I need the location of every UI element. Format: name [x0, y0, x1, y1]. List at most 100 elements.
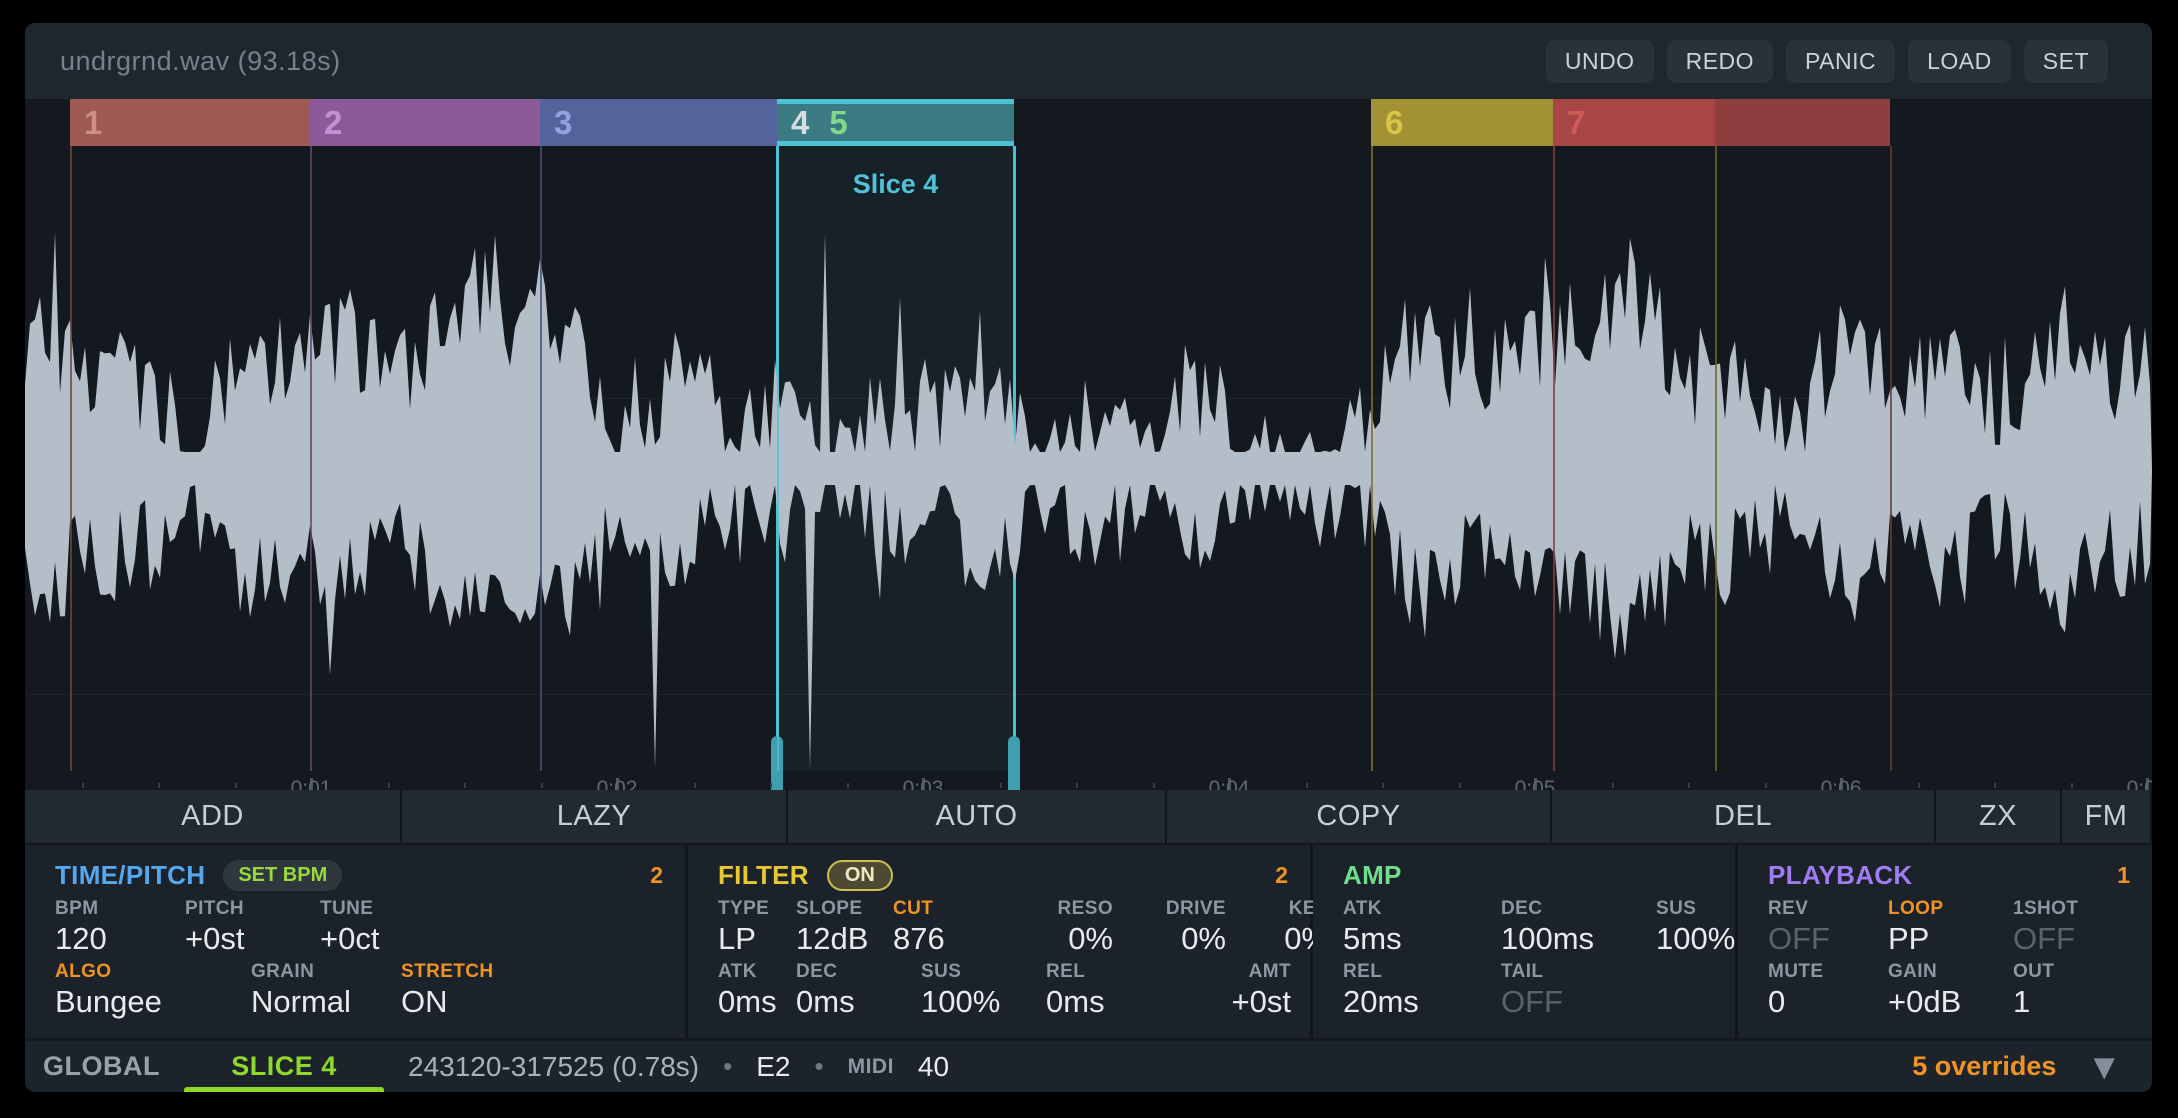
slice-header-3[interactable]: 3	[540, 99, 777, 146]
param-loop[interactable]: LOOPPP	[1888, 898, 2013, 956]
param-reso[interactable]: RESO0%	[1013, 898, 1131, 956]
param-bpm[interactable]: BPM120	[55, 898, 185, 956]
param-amt[interactable]: AMT+0st	[1176, 961, 1309, 1019]
param-rel[interactable]: REL20ms	[1343, 961, 1501, 1019]
fm-button[interactable]: FM	[2062, 790, 2150, 843]
param-value[interactable]: 876	[893, 922, 1013, 956]
slice-boundary-line[interactable]	[1715, 146, 1717, 771]
set-bpm-toggle[interactable]: SET BPM	[223, 860, 342, 891]
slice-boundary-line[interactable]	[70, 146, 72, 771]
param-tune[interactable]: TUNE+0ct	[320, 898, 520, 956]
param-gain[interactable]: GAIN+0dB	[1888, 961, 2013, 1019]
param-value[interactable]: 5ms	[1343, 922, 1501, 956]
param-value[interactable]: +0dB	[1888, 985, 2013, 1019]
param-value[interactable]: 0ms	[1046, 985, 1176, 1019]
param-value[interactable]: ON	[401, 985, 551, 1019]
param-value[interactable]: 100%	[921, 985, 1046, 1019]
tab-slice[interactable]: SLICE 4	[184, 1051, 384, 1082]
ruler-minor-tick	[1688, 783, 1690, 788]
param-value[interactable]: +0st	[185, 922, 320, 956]
slice-header-2[interactable]: 2	[310, 99, 540, 146]
panel-title: FILTER	[718, 860, 809, 891]
param-label: TAIL	[1501, 961, 1656, 983]
ruler-minor-tick	[1918, 783, 1920, 788]
slice-header-4[interactable]: 45	[777, 99, 1014, 146]
copy-button[interactable]: COPY	[1167, 790, 1550, 843]
param-dec[interactable]: DEC100ms	[1501, 898, 1656, 956]
param-value[interactable]: OFF	[2013, 922, 2133, 956]
slice-boundary-line[interactable]	[1553, 146, 1555, 771]
param-out[interactable]: OUT1	[2013, 961, 2133, 1019]
load-button[interactable]: LOAD	[1908, 40, 2011, 83]
midi-value[interactable]: 40	[918, 1051, 949, 1083]
param-label: MUTE	[1768, 961, 1888, 983]
set-button[interactable]: SET	[2024, 40, 2108, 83]
slice-end-line[interactable]	[1890, 146, 1892, 771]
param-cut[interactable]: CUT876	[893, 898, 1013, 956]
param-slope[interactable]: SLOPE12dB	[796, 898, 893, 956]
param-label: TYPE	[718, 898, 796, 920]
tab-global[interactable]: GLOBAL	[43, 1051, 160, 1082]
waveform-zone[interactable]: Slice 4 1234567 0:010:020:030:040:050:06…	[25, 99, 2152, 790]
param-value[interactable]: 100ms	[1501, 922, 1656, 956]
param-tail[interactable]: TAILOFF	[1501, 961, 1656, 1019]
param-value[interactable]: 120	[55, 922, 185, 956]
param-value[interactable]: LP	[718, 922, 796, 956]
param-stretch[interactable]: STRETCHON	[401, 961, 551, 1019]
param-value[interactable]: PP	[1888, 922, 2013, 956]
slice-header-1[interactable]: 1	[70, 99, 310, 146]
param-value[interactable]: 12dB	[796, 922, 893, 956]
param-value[interactable]: +0ct	[320, 922, 520, 956]
on-toggle[interactable]: ON	[827, 860, 893, 891]
param-grain[interactable]: GRAINNormal	[251, 961, 401, 1019]
param-atk[interactable]: ATK5ms	[1343, 898, 1501, 956]
param-value[interactable]: 0ms	[796, 985, 921, 1019]
zx-button[interactable]: ZX	[1936, 790, 2060, 843]
slice-header-unlabeled[interactable]	[1715, 99, 1890, 146]
param-value[interactable]: 1	[2013, 985, 2133, 1019]
param-sus[interactable]: SUS100%	[921, 961, 1046, 1019]
param-label: STRETCH	[401, 961, 551, 983]
slice-note[interactable]: E2	[756, 1051, 790, 1083]
param-rel[interactable]: REL0ms	[1046, 961, 1176, 1019]
slice-boundary-line[interactable]	[540, 146, 542, 771]
param-mute[interactable]: MUTE0	[1768, 961, 1888, 1019]
param-algo[interactable]: ALGOBungee	[55, 961, 251, 1019]
override-count-badge: 1	[2117, 862, 2130, 889]
param-type[interactable]: TYPELP	[718, 898, 796, 956]
param-dec[interactable]: DEC0ms	[796, 961, 921, 1019]
undo-button[interactable]: UNDO	[1546, 40, 1654, 83]
add-button[interactable]: ADD	[25, 790, 400, 843]
param-value[interactable]: 0%	[1013, 922, 1113, 956]
param-value[interactable]: OFF	[1768, 922, 1888, 956]
ruler-minor-tick	[1459, 783, 1461, 788]
panel-row: REVOFFLOOPPP1SHOTOFF	[1768, 898, 2130, 956]
auto-button[interactable]: AUTO	[788, 790, 1165, 843]
param-value[interactable]: 0%	[1131, 922, 1226, 956]
ruler-minor-tick	[2071, 783, 2073, 788]
lazy-button[interactable]: LAZY	[402, 790, 786, 843]
param-value[interactable]: Normal	[251, 985, 401, 1019]
redo-button[interactable]: REDO	[1667, 40, 1773, 83]
param-1shot[interactable]: 1SHOTOFF	[2013, 898, 2133, 956]
param-value[interactable]: 0	[1768, 985, 1888, 1019]
param-value[interactable]: 20ms	[1343, 985, 1501, 1019]
slice-boundary-line[interactable]	[310, 146, 312, 771]
param-pitch[interactable]: PITCH+0st	[185, 898, 320, 956]
param-label: DEC	[1501, 898, 1656, 920]
expand-panel-icon[interactable]: ▼	[2086, 1049, 2122, 1085]
param-value[interactable]: Bungee	[55, 985, 251, 1019]
slice-boundary-line[interactable]	[1371, 146, 1373, 771]
parameter-panels: TIME/PITCHSET BPM2BPM120PITCH+0stTUNE+0c…	[25, 845, 2152, 1038]
param-value[interactable]: OFF	[1501, 985, 1656, 1019]
param-value[interactable]: 0ms	[718, 985, 796, 1019]
del-button[interactable]: DEL	[1552, 790, 1934, 843]
param-value[interactable]: +0st	[1176, 985, 1291, 1019]
slice-header-7[interactable]: 7	[1553, 99, 1715, 146]
param-drive[interactable]: DRIVE0%	[1131, 898, 1244, 956]
param-atk[interactable]: ATK0ms	[718, 961, 796, 1019]
panic-button[interactable]: PANIC	[1786, 40, 1895, 83]
param-rev[interactable]: REVOFF	[1768, 898, 1888, 956]
slice-boundary-line[interactable]	[777, 146, 779, 771]
slice-header-6[interactable]: 6	[1371, 99, 1553, 146]
